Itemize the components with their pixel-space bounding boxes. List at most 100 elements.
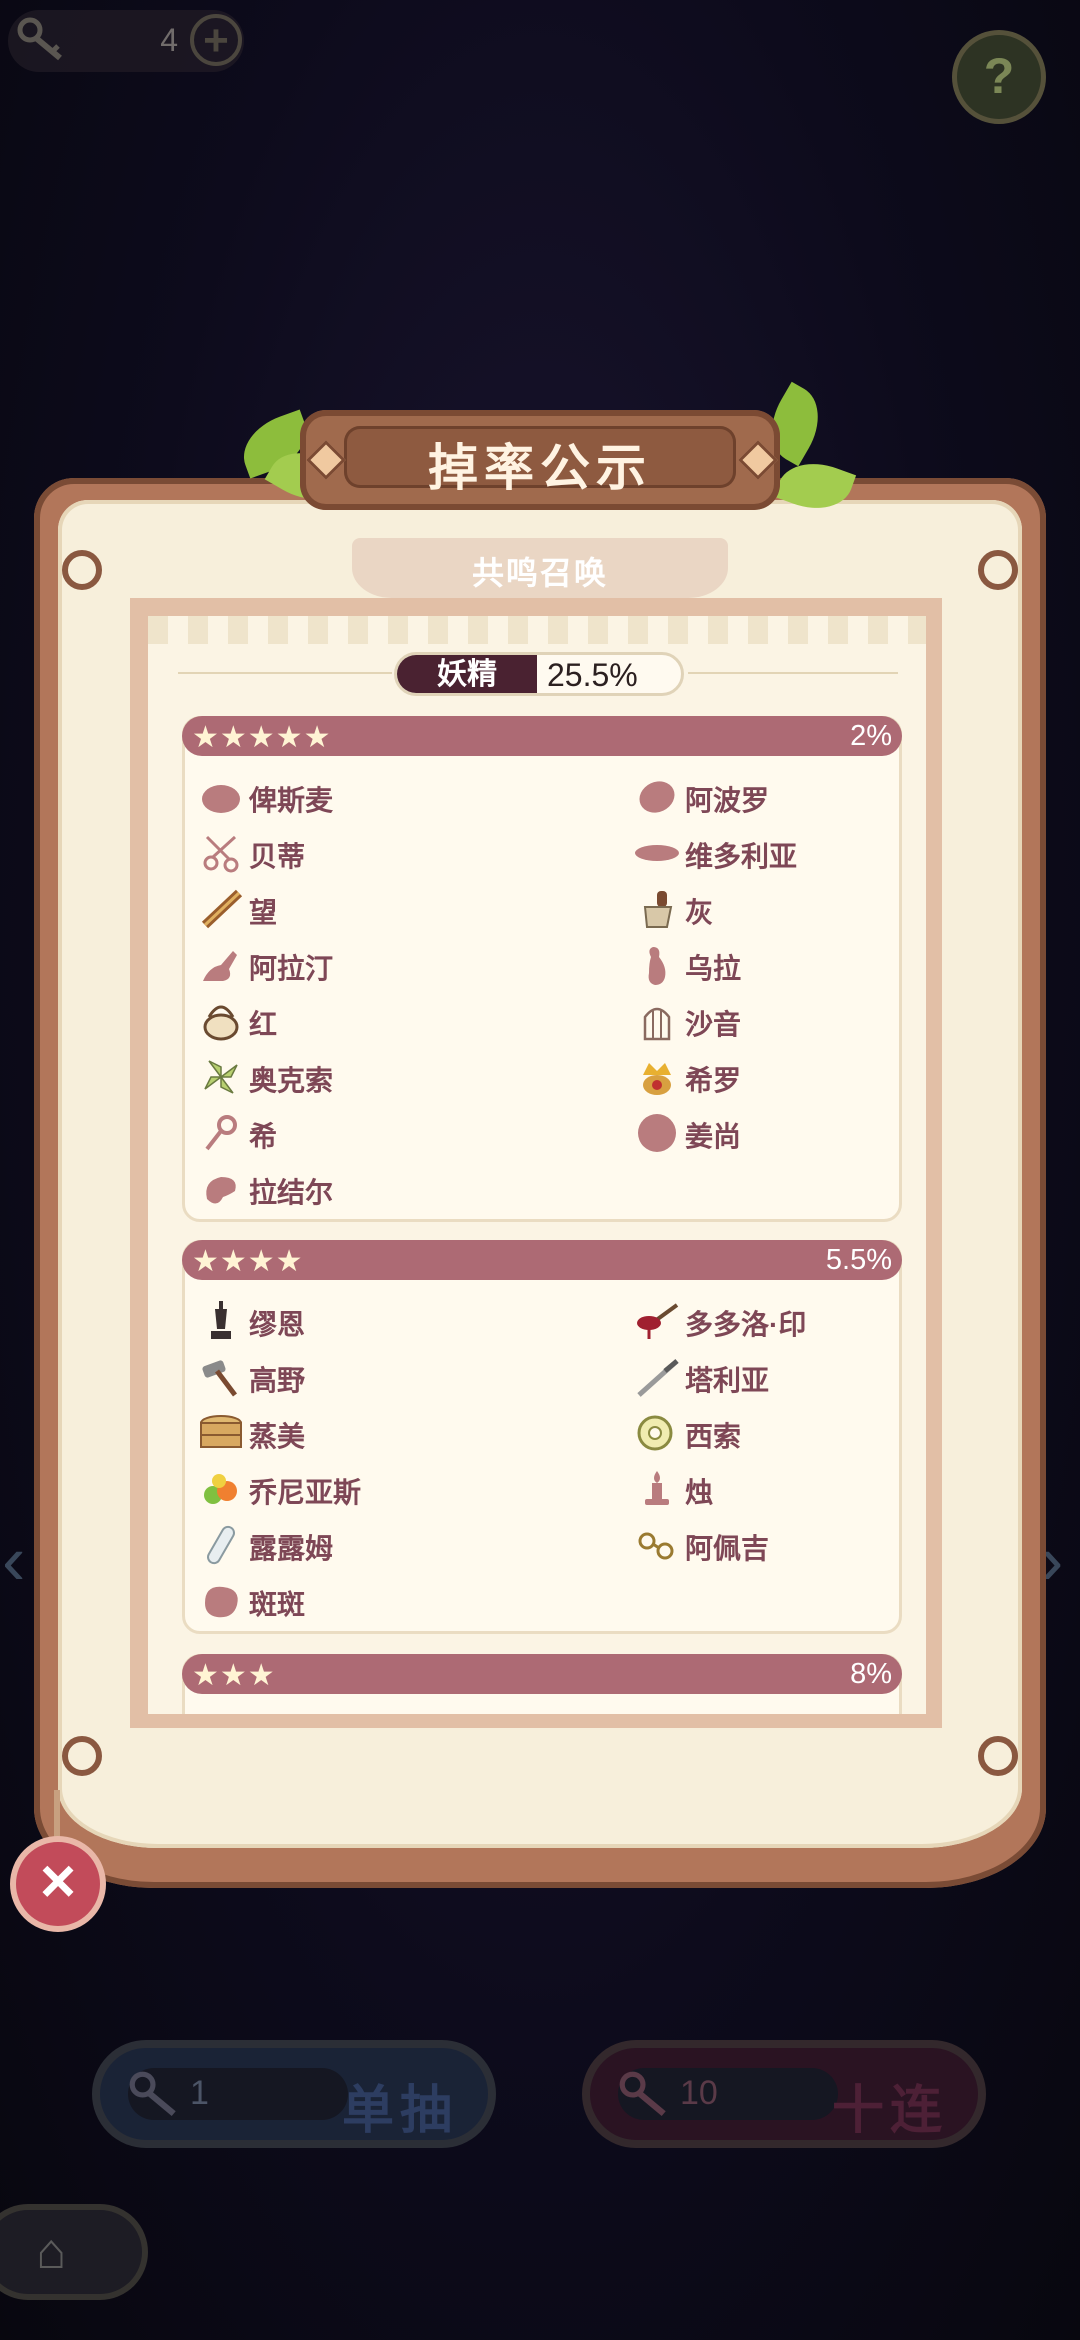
item-name: 蒸美 — [249, 1421, 306, 1452]
item-name: 拉结尔 — [249, 1177, 334, 1208]
blob-icon — [205, 1586, 238, 1618]
blob-icon — [206, 1177, 236, 1204]
tier-4-star: ★★★★ 5.5% 缪恩 多多洛·印 高野 塔利亚 蒸美 西索 乔尼亚斯 烛 露… — [182, 1240, 902, 1634]
single-pull-button[interactable]: 1 单抽 — [92, 2040, 496, 2148]
close-button[interactable]: × — [10, 1836, 106, 1932]
key-icon — [205, 1115, 237, 1151]
tier-rate: 8% — [850, 1658, 892, 1690]
item-name: 希 — [249, 1121, 278, 1152]
help-button[interactable]: ? — [952, 30, 1046, 124]
title-plaque: 掉率公示 — [300, 410, 780, 510]
item-name: 俾斯麦 — [249, 785, 334, 816]
list-item: 露露姆 — [185, 1523, 515, 1567]
star-rating: ★★★ — [192, 1659, 276, 1692]
right-arrow-icon: › — [1040, 1521, 1064, 1599]
bowling-pin-icon — [648, 947, 666, 985]
knife-icon — [637, 1359, 679, 1397]
test-tube-icon — [207, 1525, 235, 1565]
tier-3-star: ★★★ 8% — [182, 1654, 902, 1714]
divider — [688, 672, 898, 674]
list-item: 贝蒂 — [185, 831, 515, 875]
category-name: 妖精 — [397, 655, 537, 693]
single-pull-label: 单抽 — [341, 2082, 458, 2140]
list-item: 望 — [185, 887, 515, 931]
item-name: 阿佩吉 — [685, 1533, 770, 1564]
single-pull-cost: 1 — [190, 2074, 209, 2112]
key-icon — [17, 17, 62, 61]
item-name: 希罗 — [685, 1065, 742, 1096]
list-item: 阿波罗 — [621, 775, 926, 819]
star-rating: ★★★★★ — [192, 721, 332, 754]
blob-icon — [202, 785, 240, 813]
corner-ornament-icon — [978, 1736, 1018, 1776]
crown-icon — [643, 1063, 671, 1095]
item-name: 阿拉汀 — [249, 953, 334, 984]
circle-icon — [638, 1114, 676, 1152]
item-name: 奥克索 — [249, 1065, 334, 1096]
item-name: 缪恩 — [249, 1309, 306, 1340]
item-name: 塔利亚 — [685, 1365, 770, 1396]
divider — [178, 672, 392, 674]
list-item: 斑斑 — [185, 1579, 515, 1623]
list-item: 塔利亚 — [621, 1355, 926, 1399]
tier-header: ★★★★ 5.5% — [182, 1240, 902, 1280]
pinwheel-icon — [204, 1060, 238, 1094]
glasses-icon — [638, 1532, 674, 1560]
add-keys-button[interactable]: + — [190, 14, 242, 66]
close-icon: × — [39, 1847, 77, 1916]
fruit-icon — [204, 1474, 237, 1504]
key-count: 4 — [160, 22, 178, 58]
key-icon — [619, 2071, 666, 2117]
item-name: 高野 — [249, 1365, 306, 1396]
list-item: 灰 — [621, 887, 926, 931]
ten-pull-button[interactable]: 10 十连 — [582, 2040, 986, 2148]
item-name: 维多利亚 — [685, 841, 798, 872]
list-item: 乔尼亚斯 — [185, 1467, 515, 1511]
hammer-icon — [202, 1360, 237, 1397]
list-item: 烛 — [621, 1467, 926, 1511]
ten-pull-label: 十连 — [831, 2082, 948, 2140]
brush-icon — [643, 891, 673, 928]
rope — [54, 1790, 60, 1840]
list-item: 缪恩 — [185, 1299, 515, 1343]
item-name: 阿波罗 — [685, 785, 770, 816]
tape-icon — [637, 1415, 673, 1451]
list-item: 希 — [185, 1111, 515, 1155]
rate-list[interactable]: 妖精 25.5% ★★★★★ 2% 俾斯麦 阿波罗 贝蒂 维多利亚 望 灰 阿拉… — [148, 616, 926, 1714]
list-item: 乌拉 — [621, 943, 926, 987]
tier-5-star: ★★★★★ 2% 俾斯麦 阿波罗 贝蒂 维多利亚 望 灰 阿拉汀 乌拉 红 沙音… — [182, 716, 902, 1222]
candle-icon — [645, 1471, 669, 1505]
item-name: 多多洛·印 — [685, 1309, 807, 1340]
tier-header: ★★★ 8% — [182, 1654, 902, 1694]
modal-title: 掉率公示 — [428, 440, 652, 496]
category-pill: 妖精 25.5% — [394, 652, 684, 696]
home-icon: ⌂ — [36, 2223, 67, 2279]
item-name: 烛 — [685, 1477, 714, 1508]
item-name: 乔尼亚斯 — [249, 1477, 362, 1508]
list-item: 高野 — [185, 1355, 515, 1399]
ladle-icon — [637, 1303, 679, 1339]
star-rating: ★★★★ — [192, 1245, 304, 1278]
chess-king-icon — [211, 1301, 231, 1339]
key-counter: 4 + — [8, 10, 244, 72]
tier-header: ★★★★★ 2% — [182, 716, 902, 756]
list-item: 姜尚 — [621, 1111, 926, 1155]
list-item: 红 — [185, 999, 515, 1043]
basket-icon — [203, 1005, 239, 1041]
lamp-icon — [203, 951, 237, 981]
list-item: 蒸美 — [185, 1411, 515, 1455]
list-item: 阿拉汀 — [185, 943, 515, 987]
list-item: 奥克索 — [185, 1055, 515, 1099]
birdcage-icon — [643, 1007, 671, 1041]
list-item: 沙音 — [621, 999, 926, 1043]
corner-ornament-icon — [62, 550, 102, 590]
home-button[interactable]: ⌂ — [0, 2204, 148, 2300]
item-name: 姜尚 — [685, 1121, 742, 1152]
item-name: 沙音 — [685, 1009, 742, 1040]
telescope-icon — [201, 889, 243, 929]
item-name: 望 — [249, 897, 278, 928]
list-item: 多多洛·印 — [621, 1299, 926, 1343]
list-item: 西索 — [621, 1411, 926, 1455]
list-item: 俾斯麦 — [185, 775, 515, 819]
item-name: 贝蒂 — [249, 841, 306, 872]
